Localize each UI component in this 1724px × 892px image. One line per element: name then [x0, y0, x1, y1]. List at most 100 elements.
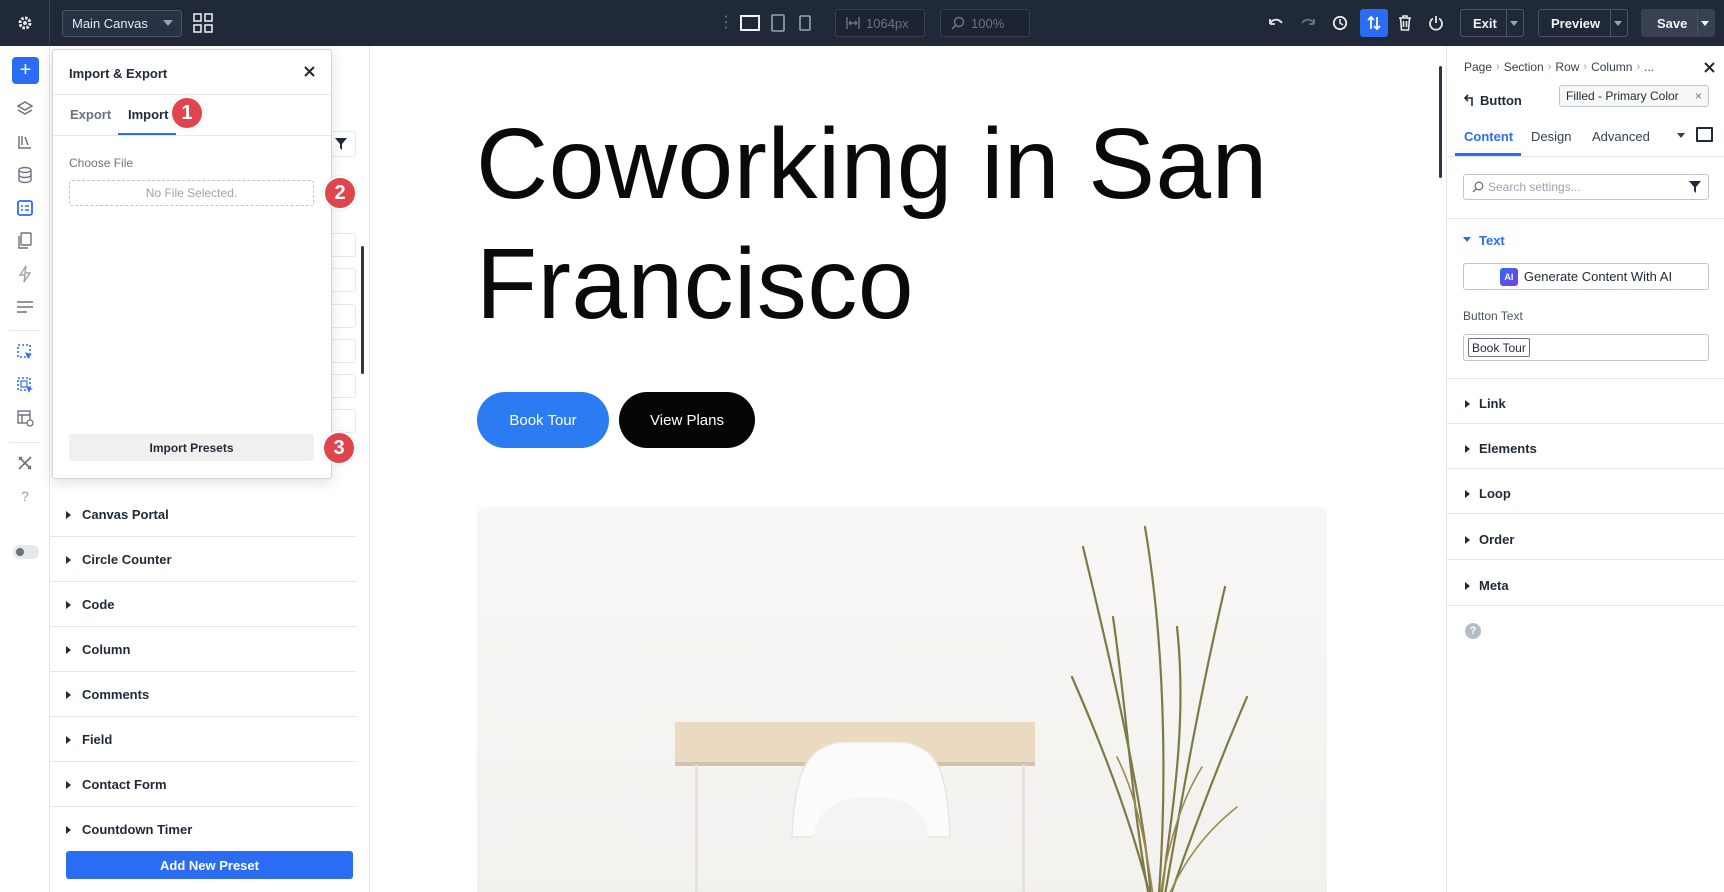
- preset-item[interactable]: Contact Form: [50, 762, 356, 807]
- help-button[interactable]: ?: [14, 485, 36, 507]
- pages-button[interactable]: [14, 230, 36, 252]
- exit-button[interactable]: Exit: [1460, 9, 1524, 37]
- chevron-down-icon[interactable]: [1510, 21, 1518, 26]
- add-new-preset-button[interactable]: Add New Preset: [66, 851, 353, 879]
- expand-panel-icon[interactable]: [1696, 127, 1713, 142]
- caret-right-icon: [66, 826, 71, 834]
- layers-icon: [16, 101, 34, 115]
- presets-scrollbar[interactable]: [361, 246, 364, 374]
- history-button[interactable]: [1330, 13, 1350, 33]
- phone-icon[interactable]: [799, 13, 811, 33]
- breadcrumb-item[interactable]: ...: [1644, 60, 1654, 74]
- generate-ai-content-button[interactable]: AI Generate Content With AI: [1463, 263, 1709, 290]
- preset-item[interactable]: Circle Counter: [50, 537, 356, 582]
- database-button[interactable]: [14, 164, 36, 186]
- book-tour-button[interactable]: Book Tour: [477, 392, 609, 448]
- hero-heading[interactable]: Coworking in San Francisco: [476, 104, 1376, 344]
- preset-item[interactable]: Countdown Timer: [50, 807, 356, 852]
- canvas-width-field[interactable]: 1064px: [835, 9, 925, 37]
- power-button[interactable]: [1426, 13, 1446, 33]
- canvas-select[interactable]: Main Canvas: [62, 10, 182, 37]
- chevron-down-icon[interactable]: [1701, 21, 1709, 26]
- button-text-input[interactable]: Book Tour: [1463, 334, 1709, 361]
- help-icon[interactable]: ?: [1465, 623, 1481, 639]
- order-settings-group[interactable]: Order: [1479, 532, 1514, 547]
- preset-item-label: Countdown Timer: [82, 822, 193, 837]
- undo-icon: [1269, 18, 1283, 25]
- theme-toggle[interactable]: [13, 545, 39, 559]
- tab-import[interactable]: Import: [128, 107, 168, 122]
- redo-icon: [1301, 18, 1315, 25]
- save-button[interactable]: Save: [1641, 9, 1715, 37]
- preset-item[interactable]: Code: [50, 582, 356, 627]
- caret-right-icon: [66, 556, 71, 564]
- presets-button[interactable]: [14, 197, 36, 219]
- preset-item[interactable]: Comments: [50, 672, 356, 717]
- redo-button[interactable]: [1298, 13, 1318, 33]
- filter-icon[interactable]: [1689, 181, 1701, 193]
- meta-settings-group[interactable]: Meta: [1479, 578, 1509, 593]
- save-label: Save: [1657, 15, 1688, 31]
- chevron-down-icon[interactable]: [1614, 21, 1622, 26]
- library-button[interactable]: [14, 131, 36, 153]
- canvas-scrollbar[interactable]: [1439, 66, 1442, 178]
- wireframe-button[interactable]: [14, 407, 36, 429]
- caret-right-icon: [66, 736, 71, 744]
- presets-filter-field[interactable]: [330, 131, 356, 157]
- tools-button[interactable]: [14, 452, 36, 474]
- breadcrumb-item[interactable]: Column: [1591, 60, 1632, 74]
- preset-item[interactable]: Canvas Portal: [50, 492, 356, 537]
- loop-settings-group[interactable]: Loop: [1479, 486, 1511, 501]
- divider: [1447, 156, 1724, 157]
- pointer-select-button[interactable]: [14, 341, 36, 363]
- search-settings-input[interactable]: Search settings...: [1463, 174, 1709, 200]
- delete-button[interactable]: [1395, 13, 1415, 33]
- undo-button[interactable]: [1266, 13, 1286, 33]
- library-icon: [18, 136, 31, 149]
- sort-button[interactable]: [1360, 9, 1388, 37]
- caret-right-icon: [1465, 536, 1470, 544]
- add-module-button[interactable]: +: [12, 57, 39, 84]
- history-icon: [1332, 15, 1348, 31]
- interactions-button[interactable]: [14, 263, 36, 285]
- preset-selector[interactable]: Filled - Primary Color ×: [1559, 85, 1709, 107]
- more-vertical-icon[interactable]: ⋮: [718, 14, 734, 32]
- breadcrumb-item[interactable]: Page: [1464, 60, 1492, 74]
- import-presets-button[interactable]: Import Presets: [69, 434, 314, 461]
- step-badge: 3: [322, 431, 356, 465]
- preview-button[interactable]: Preview: [1538, 9, 1628, 37]
- list-button[interactable]: [14, 296, 36, 318]
- link-settings-group[interactable]: Link: [1479, 396, 1506, 411]
- caret-right-icon: [1465, 400, 1470, 408]
- desktop-icon[interactable]: [740, 13, 760, 33]
- close-settings-button[interactable]: [1701, 59, 1717, 75]
- tab-design[interactable]: Design: [1531, 129, 1571, 144]
- hero-image[interactable]: [477, 507, 1327, 892]
- view-plans-button[interactable]: View Plans: [619, 392, 755, 448]
- tab-export[interactable]: Export: [70, 107, 111, 122]
- tab-content[interactable]: Content: [1464, 129, 1513, 144]
- multi-select-button[interactable]: [14, 374, 36, 396]
- back-arrow-icon[interactable]: [1464, 93, 1476, 107]
- list-icon: [17, 301, 33, 313]
- preset-item[interactable]: Column: [50, 627, 356, 672]
- breadcrumb-item[interactable]: Section: [1504, 60, 1544, 74]
- file-drop-input[interactable]: No File Selected.: [69, 180, 314, 206]
- grid-icon[interactable]: [193, 13, 213, 33]
- preset-item[interactable]: Field: [50, 717, 356, 762]
- tab-advanced[interactable]: Advanced: [1592, 129, 1650, 144]
- tablet-icon[interactable]: [771, 13, 785, 33]
- breadcrumb-separator: ›: [1496, 61, 1500, 73]
- close-button[interactable]: [300, 62, 318, 80]
- button-text-label: Button Text: [1463, 309, 1523, 323]
- layers-button[interactable]: [14, 98, 36, 120]
- settings-gear-button[interactable]: [0, 0, 50, 46]
- chevron-down-icon[interactable]: [1677, 133, 1685, 138]
- pages-icon: [18, 232, 32, 249]
- zoom-field[interactable]: 100%: [940, 9, 1030, 37]
- breadcrumb-item[interactable]: Row: [1555, 60, 1579, 74]
- text-settings-group[interactable]: Text: [1479, 233, 1505, 248]
- remove-preset-icon[interactable]: ×: [1695, 89, 1702, 103]
- ai-icon: AI: [1499, 267, 1518, 286]
- elements-settings-group[interactable]: Elements: [1479, 441, 1537, 456]
